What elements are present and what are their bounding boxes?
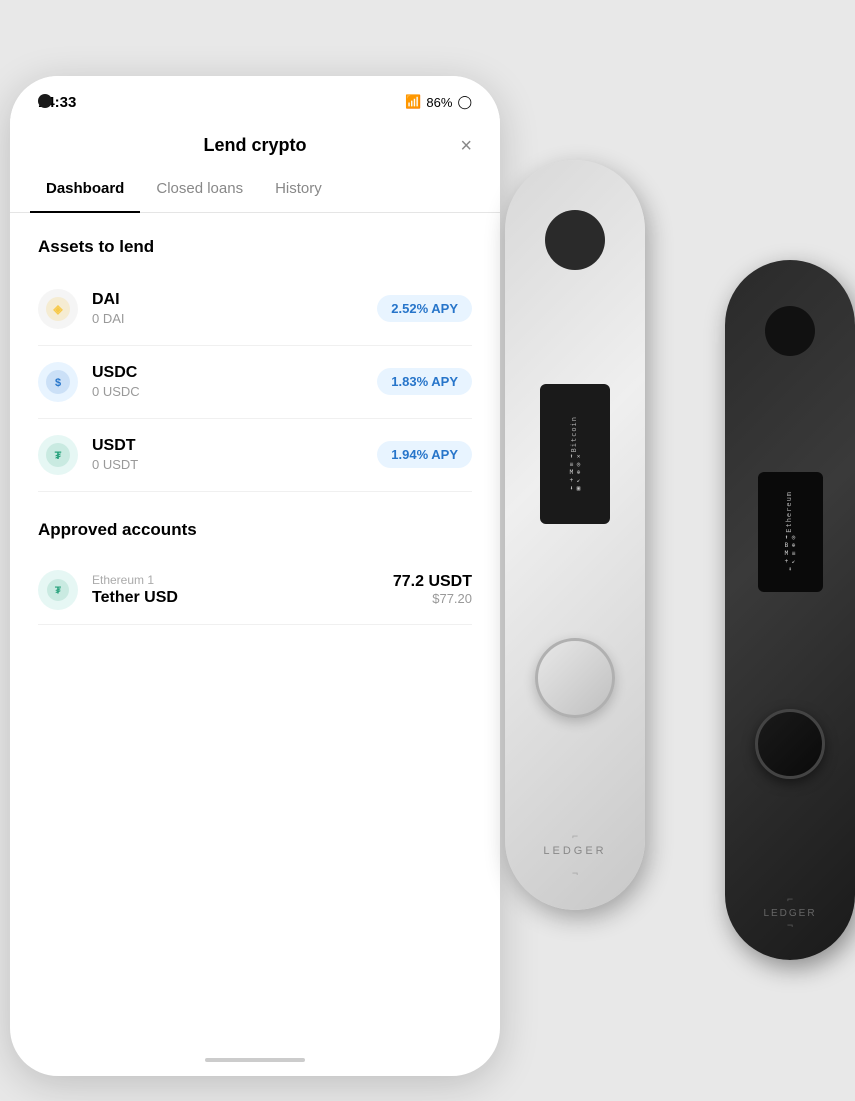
- status-icons: 📶 86% ◯: [405, 94, 472, 110]
- account-usd-value: $77.20: [393, 591, 472, 606]
- phone-shell: 14:33 📶 86% ◯ Lend crypto × Dashboard Cl…: [10, 76, 500, 1076]
- status-bar: 14:33 📶 86% ◯: [10, 76, 500, 119]
- account-item-tether: ₮ Ethereum 1 Tether USD 77.2 USDT $77.20: [38, 556, 472, 625]
- dai-name: DAI: [92, 291, 125, 309]
- battery-icon: 86%: [426, 95, 452, 110]
- asset-list: ◈ DAI 0 DAI 2.52% APY $: [38, 273, 472, 492]
- usdt-icon: ₮: [38, 435, 78, 475]
- tabs-container: Dashboard Closed loans History: [10, 166, 500, 213]
- asset-left-dai: ◈ DAI 0 DAI: [38, 289, 125, 329]
- svg-text:◈: ◈: [52, 302, 63, 316]
- asset-item-usdt: ₮ USDT 0 USDT 1.94% APY: [38, 419, 472, 492]
- device2-brand: LEDGER: [763, 908, 816, 919]
- battery-circle: ◯: [457, 94, 472, 110]
- dai-apy-badge: 2.52% APY: [377, 295, 472, 322]
- account-info: Ethereum 1 Tether USD: [92, 573, 178, 607]
- usdc-apy-badge: 1.83% APY: [377, 368, 472, 395]
- assets-section-title: Assets to lend: [38, 237, 472, 257]
- dai-info: DAI 0 DAI: [92, 291, 125, 326]
- device1-top-button: [545, 210, 605, 270]
- ledger-device-silver: Bitcoin ⬆ ✕ ≡ ◎ M ⊕ + ↙ ⬇ ▣ ⌐ LEDGER ¬: [505, 160, 645, 910]
- device1-screen: Bitcoin ⬆ ✕ ≡ ◎ M ⊕ + ↙ ⬇ ▣: [540, 384, 610, 524]
- device2-top-button: [765, 306, 815, 356]
- app-header: Lend crypto ×: [10, 119, 500, 166]
- asset-left-usdc: $ USDC 0 USDC: [38, 362, 140, 402]
- svg-text:$: $: [55, 377, 61, 389]
- account-sub-label: Ethereum 1: [92, 573, 178, 587]
- account-amount: 77.2 USDT: [393, 573, 472, 591]
- dai-balance: 0 DAI: [92, 311, 125, 326]
- usdc-balance: 0 USDC: [92, 384, 140, 399]
- main-content: Assets to lend ◈ DAI 0 DAI 2.5: [10, 213, 500, 1033]
- usdc-icon: $: [38, 362, 78, 402]
- bottom-handle: [205, 1058, 305, 1062]
- usdt-info: USDT 0 USDT: [92, 437, 138, 472]
- usdc-name: USDC: [92, 364, 140, 382]
- device1-bracket-right: ¬: [572, 869, 578, 880]
- signal-icon: 📶: [405, 94, 421, 110]
- usdt-balance: 0 USDT: [92, 457, 138, 472]
- ledger-devices-container: Bitcoin ⬆ ✕ ≡ ◎ M ⊕ + ↙ ⬇ ▣ ⌐ LEDGER ¬ E…: [485, 60, 855, 1040]
- device1-bracket-left: ⌐: [572, 832, 578, 843]
- tab-history[interactable]: History: [259, 166, 338, 213]
- account-name-label: Tether USD: [92, 589, 178, 607]
- tether-account-icon: ₮: [38, 570, 78, 610]
- app-title: Lend crypto: [203, 135, 306, 156]
- device2-main-button: [755, 709, 825, 779]
- account-left: ₮ Ethereum 1 Tether USD: [38, 570, 178, 610]
- asset-left-usdt: ₮ USDT 0 USDT: [38, 435, 138, 475]
- usdt-apy-badge: 1.94% APY: [377, 441, 472, 468]
- asset-item-dai: ◈ DAI 0 DAI 2.52% APY: [38, 273, 472, 346]
- tab-dashboard[interactable]: Dashboard: [30, 166, 140, 213]
- device1-main-button: [535, 638, 615, 718]
- camera-dot: [38, 94, 52, 108]
- ledger-device-dark: Ethereum ⬆ ◎ B ⊕ M ≡ + ↙ ⬇ ⌐ LEDGER ¬: [725, 260, 855, 960]
- svg-text:₮: ₮: [55, 585, 62, 596]
- account-right: 77.2 USDT $77.20: [393, 573, 472, 606]
- dai-icon: ◈: [38, 289, 78, 329]
- tab-closed-loans[interactable]: Closed loans: [140, 166, 259, 213]
- usdt-name: USDT: [92, 437, 138, 455]
- approved-section: Approved accounts ₮ Ethereum 1 Tether US…: [38, 520, 472, 625]
- approved-section-title: Approved accounts: [38, 520, 472, 540]
- usdc-info: USDC 0 USDC: [92, 364, 140, 399]
- asset-item-usdc: $ USDC 0 USDC 1.83% APY: [38, 346, 472, 419]
- close-button[interactable]: ×: [460, 135, 472, 158]
- device1-brand: LEDGER: [543, 845, 606, 857]
- svg-text:₮: ₮: [55, 450, 62, 462]
- device2-screen: Ethereum ⬆ ◎ B ⊕ M ≡ + ↙ ⬇: [758, 472, 823, 592]
